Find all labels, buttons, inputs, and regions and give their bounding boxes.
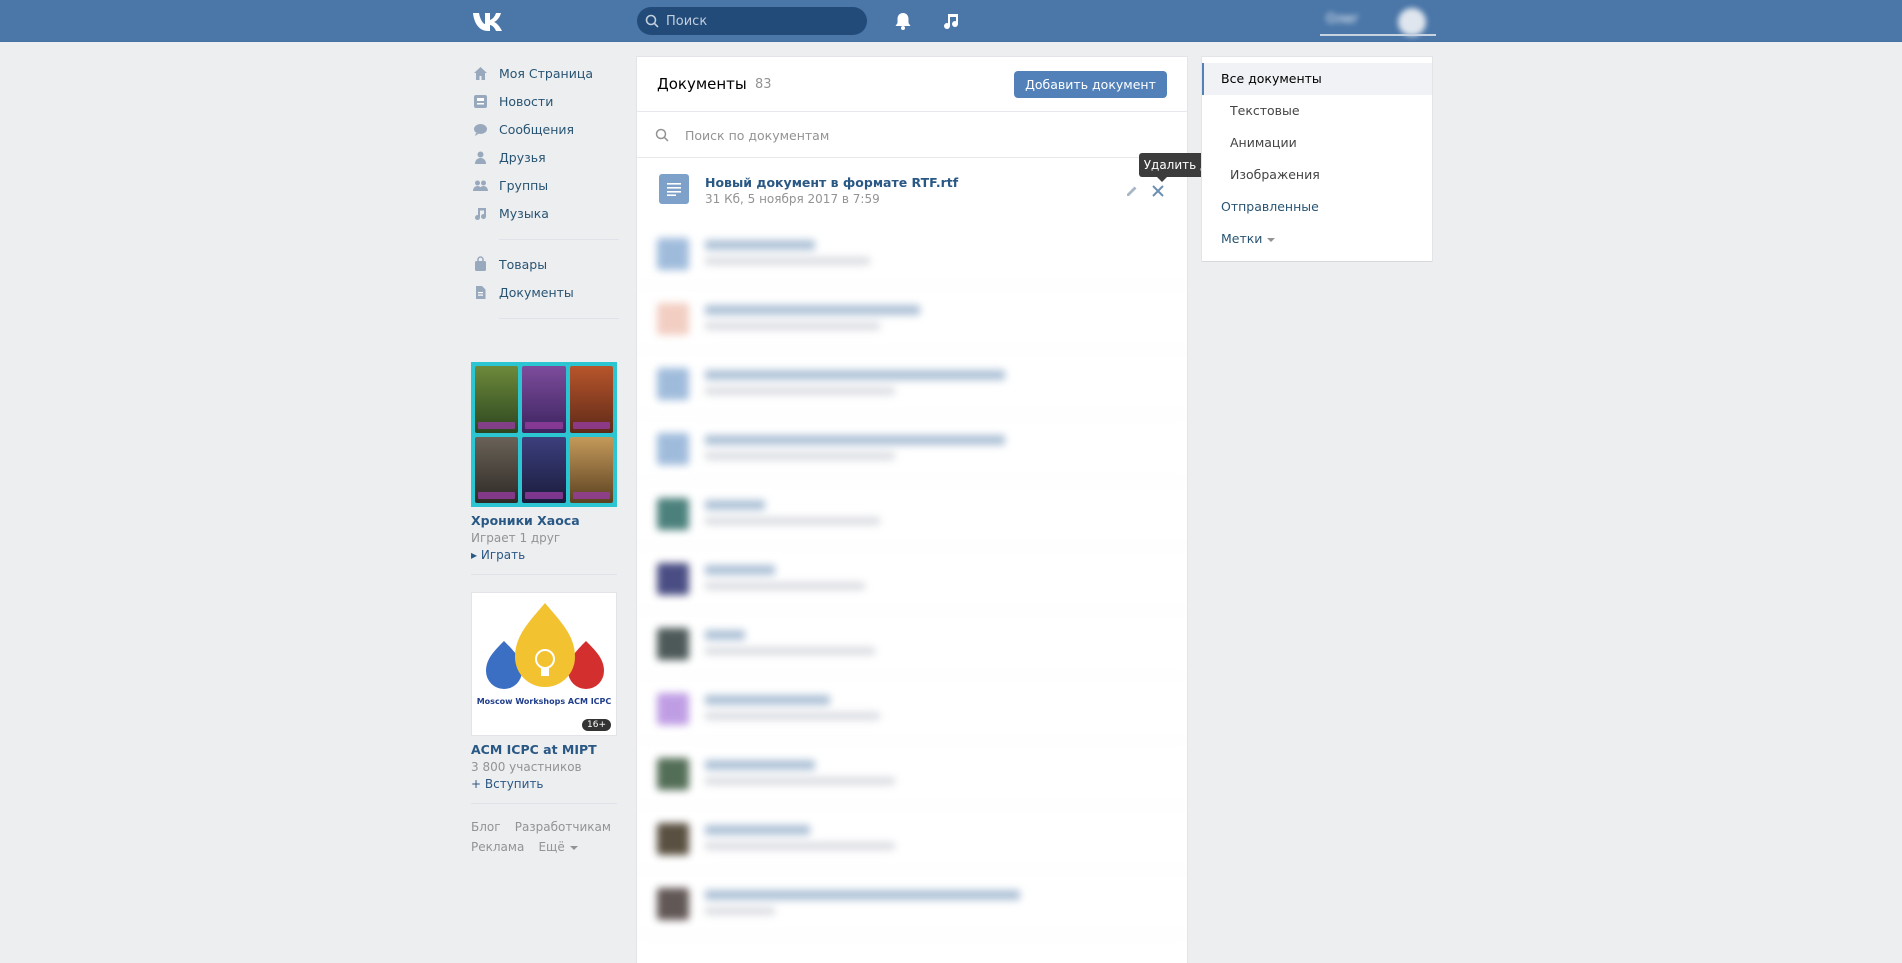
documents-filter-menu: Все документы Текстовые Анимации Изображ… <box>1202 57 1432 261</box>
search-icon <box>655 128 669 142</box>
list-item <box>637 286 1187 351</box>
play-button[interactable]: ▸ Играть <box>471 548 617 562</box>
plus-icon: + <box>471 777 485 791</box>
group-members: 3 800 участников <box>471 760 582 774</box>
game-title[interactable]: Хроники Хаоса <box>471 513 617 528</box>
list-item <box>637 806 1187 871</box>
list-item <box>637 546 1187 611</box>
list-item <box>637 416 1187 481</box>
friends-icon <box>475 151 486 164</box>
game-image[interactable] <box>471 362 617 507</box>
footer-more[interactable]: Ещё <box>538 840 578 854</box>
footer-ads[interactable]: Реклама <box>471 840 524 854</box>
list-item <box>637 611 1187 676</box>
group-widget: Moscow Workshops ACM ICPC 16+ ACM ICPC a… <box>471 592 617 816</box>
footer-links: Блог Разработчикам Реклама Ещё <box>471 820 621 860</box>
avatar <box>1398 8 1426 36</box>
text-document-icon <box>659 174 689 204</box>
nav-friends[interactable]: Друзья <box>471 144 619 172</box>
group-title[interactable]: ACM ICPC at MIPT <box>471 742 617 757</box>
user-menu[interactable]: Олег <box>1318 6 1436 36</box>
filter-images[interactable]: Изображения <box>1202 159 1432 191</box>
music-player-icon[interactable] <box>940 10 960 32</box>
documents-panel: Документы 83 Добавить документ Новый док… <box>637 57 1187 963</box>
game-subtitle: Играет 1 друг <box>471 531 561 545</box>
chevron-down-icon <box>569 845 578 850</box>
documents-search[interactable] <box>637 112 1187 158</box>
nav-groups[interactable]: Группы <box>471 172 619 200</box>
list-item <box>637 351 1187 416</box>
documents-icon <box>476 286 486 299</box>
close-icon[interactable] <box>1151 184 1165 198</box>
vk-logo-icon[interactable] <box>471 8 507 34</box>
game-widget: Хроники Хаоса Играет 1 друг ▸ Играть <box>471 362 617 587</box>
goods-icon <box>475 256 486 271</box>
group-caption: Moscow Workshops ACM ICPC <box>476 697 612 706</box>
filter-animations[interactable]: Анимации <box>1202 127 1432 159</box>
list-item <box>637 221 1187 286</box>
document-name[interactable]: Новый документ в формате RTF.rtf <box>705 175 958 190</box>
group-image[interactable]: Moscow Workshops ACM ICPC 16+ <box>471 592 617 736</box>
add-document-button[interactable]: Добавить документ <box>1014 71 1167 98</box>
documents-search-input[interactable] <box>683 124 1163 146</box>
header-search-input[interactable] <box>664 11 859 31</box>
home-icon <box>474 67 487 80</box>
list-item <box>637 676 1187 741</box>
top-header: Олег <box>0 0 1902 42</box>
filter-text[interactable]: Текстовые <box>1202 95 1432 127</box>
user-name: Олег <box>1326 12 1360 27</box>
header-search[interactable] <box>637 7 867 35</box>
documents-header: Документы 83 Добавить документ <box>637 57 1187 112</box>
messages-icon <box>474 124 487 136</box>
groups-icon <box>473 180 488 191</box>
left-sidebar: Моя Страница Новости Сообщения Друзья Гр… <box>471 60 619 330</box>
bell-icon[interactable] <box>893 10 913 32</box>
pencil-icon[interactable] <box>1125 184 1139 198</box>
filter-tags[interactable]: Метки <box>1202 223 1432 255</box>
search-icon <box>645 14 659 28</box>
group-logo-icon <box>486 603 604 689</box>
music-icon <box>475 208 487 221</box>
footer-blog[interactable]: Блог <box>471 820 501 834</box>
chevron-down-icon <box>1267 237 1276 242</box>
nav-goods[interactable]: Товары <box>471 251 619 279</box>
filter-sent[interactable]: Отправленные <box>1202 191 1432 223</box>
document-meta: 31 Кб, 5 ноября 2017 в 7:59 <box>705 192 880 206</box>
documents-count: 83 <box>755 77 772 92</box>
list-item <box>637 481 1187 546</box>
nav-my-page[interactable]: Моя Страница <box>471 60 619 88</box>
join-button[interactable]: + Вступить <box>471 777 617 791</box>
document-row[interactable]: Новый документ в формате RTF.rtf 31 Кб, … <box>637 158 1187 221</box>
nav-messages[interactable]: Сообщения <box>471 116 619 144</box>
nav-music[interactable]: Музыка <box>471 200 619 228</box>
list-item <box>637 741 1187 806</box>
play-icon: ▸ <box>471 548 481 562</box>
nav-news[interactable]: Новости <box>471 88 619 116</box>
filter-all-documents[interactable]: Все документы <box>1202 63 1432 95</box>
nav-documents[interactable]: Документы <box>471 279 619 307</box>
list-item <box>637 871 1187 936</box>
blurred-documents-list <box>637 221 1187 936</box>
age-badge: 16+ <box>582 719 611 731</box>
footer-developers[interactable]: Разработчикам <box>515 820 611 834</box>
news-icon <box>474 95 487 108</box>
page-title: Документы <box>657 75 747 93</box>
